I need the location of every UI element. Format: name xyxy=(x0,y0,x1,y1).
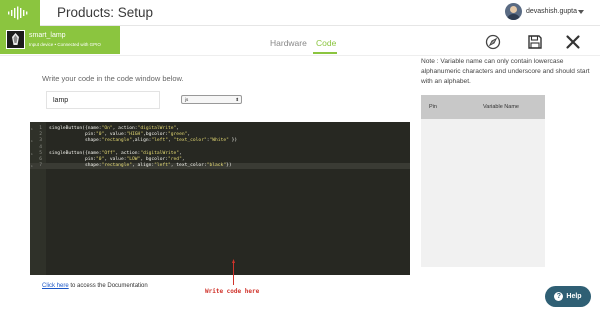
chevron-down-icon[interactable] xyxy=(578,10,584,14)
logo-icon[interactable] xyxy=(0,0,40,26)
tab-hardware[interactable]: Hardware xyxy=(270,38,307,48)
divider xyxy=(0,55,600,56)
documentation-line: Click here to access the Documentation xyxy=(42,283,148,289)
top-bar: Products: Setup devashish.gupta xyxy=(0,0,600,26)
pin-table: Pin Variable Name xyxy=(421,95,545,267)
code-text: singleButton({name:"Off", action:"digita… xyxy=(49,150,182,156)
column-header-variable-name: Variable Name xyxy=(483,104,519,110)
line-number: 3 xyxy=(39,138,42,144)
device-status: Input device • Connected with GPIO xyxy=(29,42,101,47)
documentation-link[interactable]: Click here xyxy=(42,283,69,289)
code-line[interactable]: ▸ 7 shape:"rectangle", align:"left", text… xyxy=(30,163,410,170)
active-tab-indicator xyxy=(313,52,337,54)
help-button[interactable]: ? Help xyxy=(545,286,591,307)
variable-note: Note : Variable name can only contain lo… xyxy=(421,58,590,85)
fold-arrow-icon[interactable]: ▸ xyxy=(31,163,33,169)
code-line[interactable]: ▸ 5 singleButton({name:"Off", action:"digi… xyxy=(30,151,410,157)
variable-name-input[interactable] xyxy=(46,91,160,109)
save-icon[interactable] xyxy=(526,33,544,51)
column-header-pin: Pin xyxy=(429,104,437,110)
username[interactable]: devashish.gupta xyxy=(526,8,577,15)
code-editor[interactable]: ▸ 1 singleButton({name:"On", action:"digit… xyxy=(30,122,410,275)
fold-arrow-icon[interactable]: ▸ xyxy=(31,126,33,132)
code-text: shape:"rectangle", align:"left", text_co… xyxy=(49,163,232,169)
avatar[interactable] xyxy=(505,3,522,20)
code-line[interactable]: 4 xyxy=(30,145,410,151)
code-text: shape:"rectangle",align:"left", "text_co… xyxy=(49,138,238,144)
help-label: Help xyxy=(566,293,582,300)
compass-icon[interactable] xyxy=(484,33,502,51)
language-select-value: js xyxy=(185,97,189,102)
instruction-text: Write your code in the code window below… xyxy=(42,74,184,83)
device-thumbnail xyxy=(6,30,25,49)
language-select[interactable]: js ⬍ xyxy=(181,95,242,104)
line-number: 7 xyxy=(39,163,42,169)
code-line[interactable]: ▸ 3 shape:"rectangle",align:"left", "text… xyxy=(30,138,410,144)
annotation-label: Write code here xyxy=(205,288,260,295)
select-arrows-icon: ⬍ xyxy=(235,97,239,102)
device-card: smart_lamp Input device • Connected with… xyxy=(0,26,120,54)
documentation-text: to access the Documentation xyxy=(68,283,148,289)
page-title: Products: Setup xyxy=(57,5,154,20)
arrow-up-icon xyxy=(232,259,235,285)
line-number: 4 xyxy=(39,144,42,150)
device-name: smart_lamp xyxy=(29,32,66,39)
table-header: Pin Variable Name xyxy=(421,95,545,119)
question-icon: ? xyxy=(554,292,564,301)
close-icon[interactable] xyxy=(564,33,582,51)
line-number: 5 xyxy=(39,150,42,156)
fold-arrow-icon[interactable]: ▸ xyxy=(31,151,33,157)
fold-arrow-icon[interactable]: ▸ xyxy=(31,138,33,144)
tab-code[interactable]: Code xyxy=(316,38,336,48)
